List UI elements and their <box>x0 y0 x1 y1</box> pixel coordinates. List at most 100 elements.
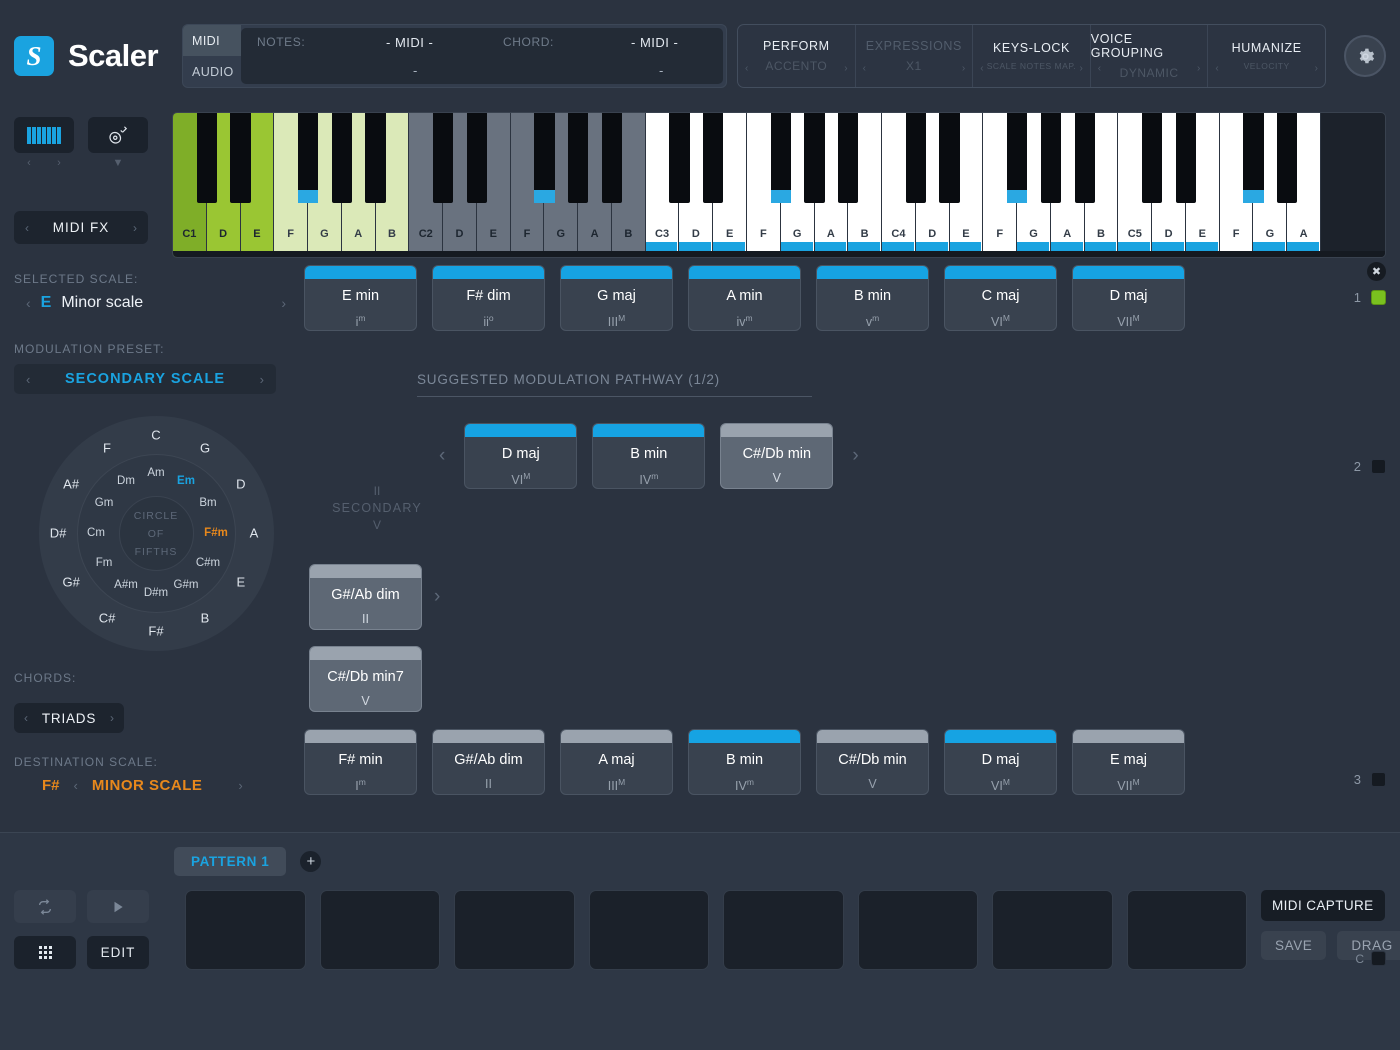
cof-major-key[interactable]: A# <box>63 477 79 492</box>
perform-cell-voice-grouping[interactable]: VOICE GROUPINGDYNAMIC‹› <box>1091 25 1209 87</box>
corner-led[interactable] <box>1371 951 1386 966</box>
instrument-prev-next[interactable]: ‹› <box>14 157 74 169</box>
guitar-dropdown-icon[interactable]: ▼ <box>88 157 148 169</box>
cof-minor-key[interactable]: Dm <box>117 475 135 487</box>
loop-icon[interactable] <box>14 890 76 923</box>
tab-audio[interactable]: AUDIO <box>183 56 241 87</box>
black-key[interactable] <box>804 113 824 203</box>
selected-scale-selector[interactable]: ‹ E Minor scale › <box>14 294 304 312</box>
chord-chip[interactable]: E minim <box>304 265 417 331</box>
black-key[interactable] <box>197 113 217 203</box>
cof-major-key[interactable]: A <box>250 526 259 541</box>
chord-chip[interactable]: G#/Ab dimII <box>432 729 545 795</box>
cof-major-key[interactable]: D <box>236 477 245 492</box>
dest-next-icon[interactable]: › <box>238 778 242 793</box>
cof-minor-key[interactable]: Cm <box>87 527 105 539</box>
modpreset-prev-icon[interactable]: ‹ <box>26 372 30 387</box>
black-key[interactable] <box>703 113 723 203</box>
pathway-next-icon[interactable]: › <box>852 445 858 467</box>
cof-minor-key[interactable]: D#m <box>144 587 168 599</box>
play-icon[interactable] <box>87 890 149 923</box>
cof-minor-key[interactable]: Gm <box>95 497 114 509</box>
black-key[interactable] <box>433 113 453 203</box>
black-key[interactable] <box>1007 113 1027 203</box>
black-key[interactable] <box>568 113 588 203</box>
cof-major-key[interactable]: D# <box>50 526 67 541</box>
edit-button[interactable]: EDIT <box>87 936 149 969</box>
perform-next-icon[interactable]: › <box>962 63 965 74</box>
chord-chip[interactable]: A majIIIM <box>560 729 673 795</box>
cof-minor-key[interactable]: A#m <box>114 579 138 591</box>
chord-chip[interactable]: B minIVm <box>592 423 705 489</box>
chord-chip[interactable]: G#/Ab dimII <box>309 564 422 630</box>
perform-cell-expressions[interactable]: EXPRESSIONSX1‹› <box>856 25 974 87</box>
black-key[interactable] <box>1243 113 1263 203</box>
chord-chip[interactable]: B minvm <box>816 265 929 331</box>
cof-minor-key[interactable]: Am <box>147 467 164 479</box>
pattern-slot[interactable] <box>992 890 1113 970</box>
cof-minor-key[interactable]: Em <box>177 475 195 487</box>
pattern-slot[interactable] <box>185 890 306 970</box>
cof-major-key[interactable]: E <box>237 575 246 590</box>
chord-chip[interactable]: D majVIM <box>944 729 1057 795</box>
cof-major-key[interactable]: B <box>201 610 210 625</box>
row-led[interactable] <box>1371 772 1386 787</box>
scale-prev-icon[interactable]: ‹ <box>26 295 31 311</box>
chord-chip[interactable]: D majVIM <box>464 423 577 489</box>
save-button[interactable]: SAVE <box>1261 931 1326 960</box>
cof-major-key[interactable]: F <box>103 441 111 456</box>
chord-chip[interactable]: D majVIIM <box>1072 265 1185 331</box>
cof-major-key[interactable]: C <box>151 428 160 443</box>
pattern-slot[interactable] <box>454 890 575 970</box>
dest-prev-icon[interactable]: ‹ <box>74 778 78 793</box>
chords-prev-icon[interactable]: ‹ <box>24 711 28 725</box>
row-led[interactable] <box>1371 290 1386 305</box>
black-key[interactable] <box>669 113 689 203</box>
chord-chip[interactable]: B minIVm <box>688 729 801 795</box>
pathway-prev-icon[interactable]: ‹ <box>439 445 445 467</box>
chord-chip[interactable]: F# dimiio <box>432 265 545 331</box>
perform-next-icon[interactable]: › <box>844 63 847 74</box>
black-key[interactable] <box>1176 113 1196 203</box>
black-key[interactable] <box>332 113 352 203</box>
chord-chip[interactable]: G majIIIM <box>560 265 673 331</box>
perform-cell-keys-lock[interactable]: KEYS-LOCKSCALE NOTES MAP.‹› <box>973 25 1091 87</box>
midi-fx-prev-icon[interactable]: ‹ <box>25 221 29 235</box>
black-key[interactable] <box>365 113 385 203</box>
close-icon[interactable]: ✖ <box>1367 262 1386 281</box>
black-key[interactable] <box>1041 113 1061 203</box>
grid-icon[interactable] <box>14 936 76 969</box>
cof-major-key[interactable]: F# <box>148 624 163 639</box>
pattern-slot[interactable] <box>858 890 979 970</box>
secondary-next-icon[interactable]: › <box>434 586 440 608</box>
perform-prev-icon[interactable]: ‹ <box>1098 63 1101 74</box>
cof-major-key[interactable]: G <box>200 441 210 456</box>
perform-next-icon[interactable]: › <box>1079 63 1082 74</box>
black-key[interactable] <box>939 113 959 203</box>
black-key[interactable] <box>298 113 318 203</box>
chord-chip[interactable]: C#/Db minV <box>816 729 929 795</box>
perform-prev-icon[interactable]: ‹ <box>745 63 748 74</box>
cof-minor-key[interactable]: Bm <box>199 497 216 509</box>
gear-icon[interactable] <box>1344 35 1386 77</box>
pattern-slot[interactable] <box>723 890 844 970</box>
midi-fx-next-icon[interactable]: › <box>133 221 137 235</box>
black-key[interactable] <box>467 113 487 203</box>
perform-cell-humanize[interactable]: HUMANIZEVELOCITY‹› <box>1208 25 1325 87</box>
circle-of-fifths[interactable]: CGDAEBF#C#G#D#A#FAmEmBmF#mC#mG#mD#mA#mFm… <box>39 416 274 651</box>
black-key[interactable] <box>1142 113 1162 203</box>
pattern-slot[interactable] <box>1127 890 1248 970</box>
chord-chip[interactable]: C majVIM <box>944 265 1057 331</box>
row-led[interactable] <box>1371 459 1386 474</box>
cof-major-key[interactable]: C# <box>99 610 116 625</box>
destination-scale-selector[interactable]: F# ‹ MINOR SCALE › <box>14 777 304 794</box>
perform-cell-perform[interactable]: PERFORMACCENTO‹› <box>738 25 856 87</box>
cof-major-key[interactable]: G# <box>62 575 79 590</box>
black-key[interactable] <box>1277 113 1297 203</box>
chord-chip[interactable]: E majVIIM <box>1072 729 1185 795</box>
chords-next-icon[interactable]: › <box>110 711 114 725</box>
chords-type-selector[interactable]: ‹ TRIADS › <box>14 703 124 733</box>
perform-prev-icon[interactable]: ‹ <box>863 63 866 74</box>
black-key[interactable] <box>230 113 250 203</box>
modulation-preset-selector[interactable]: ‹ SECONDARY SCALE › <box>14 364 276 394</box>
